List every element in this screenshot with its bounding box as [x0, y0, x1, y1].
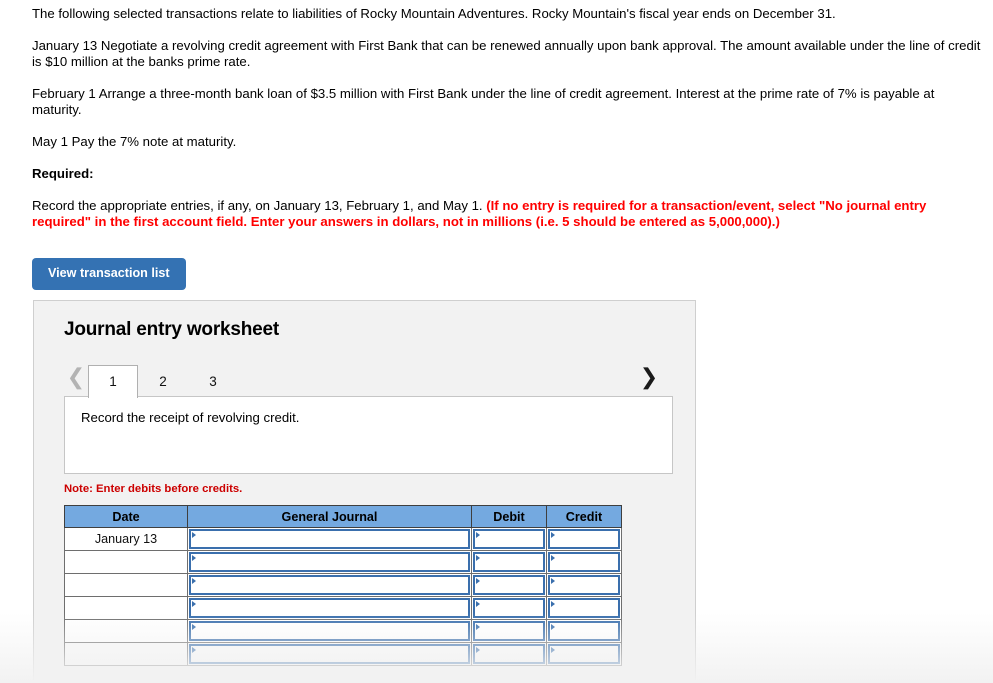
worksheet-tab-1[interactable]: 1 [88, 365, 138, 398]
transaction-february: February 1 Arrange a three-month bank lo… [32, 86, 935, 117]
cell-date[interactable] [64, 642, 188, 666]
cell-date[interactable] [64, 550, 188, 574]
cell-credit[interactable] [546, 619, 622, 643]
debit-input-field[interactable] [473, 621, 545, 641]
credit-input-field[interactable] [548, 529, 620, 549]
cell-credit[interactable] [546, 573, 622, 597]
table-row [64, 550, 622, 574]
chevron-left-icon[interactable]: ❮ [64, 367, 88, 397]
credit-input-field[interactable] [548, 621, 620, 641]
table-row [64, 642, 622, 666]
dropdown-marker-icon [551, 532, 555, 538]
cell-debit[interactable] [471, 642, 547, 666]
worksheet-tab-2[interactable]: 2 [138, 365, 188, 398]
cell-general-journal[interactable] [187, 573, 472, 597]
credit-input-field[interactable] [548, 644, 620, 664]
debit-input-field[interactable] [473, 529, 545, 549]
chevron-right-icon[interactable]: ❯ [637, 367, 661, 397]
required-instruction: Record the appropriate entries, if any, … [32, 198, 984, 230]
cell-debit[interactable] [471, 619, 547, 643]
cell-debit[interactable] [471, 573, 547, 597]
transaction-may: May 1 Pay the 7% note at maturity. [32, 134, 237, 149]
cell-general-journal[interactable] [187, 550, 472, 574]
account-select-field[interactable] [189, 529, 470, 549]
table-row: January 13 [64, 527, 622, 551]
table-header-row: Date General Journal Debit Credit [64, 505, 622, 528]
account-select-field[interactable] [189, 644, 470, 664]
worksheet-tab-3[interactable]: 3 [188, 365, 238, 398]
table-row [64, 573, 622, 597]
cell-date[interactable] [64, 619, 188, 643]
view-transaction-list-button[interactable]: View transaction list [32, 258, 186, 290]
dropdown-marker-icon [551, 647, 555, 653]
dropdown-marker-icon [476, 601, 480, 607]
account-select-field[interactable] [189, 598, 470, 618]
cell-debit[interactable] [471, 527, 547, 551]
dropdown-marker-icon [192, 555, 196, 561]
cell-date[interactable]: January 13 [64, 527, 188, 551]
account-select-field[interactable] [189, 552, 470, 572]
worksheet-tabs: ❮ 1 2 3 ❯ [64, 357, 673, 398]
cell-general-journal[interactable] [187, 642, 472, 666]
dropdown-marker-icon [551, 555, 555, 561]
table-row [64, 596, 622, 620]
cell-credit[interactable] [546, 596, 622, 620]
credit-input-field[interactable] [548, 598, 620, 618]
dropdown-marker-icon [476, 647, 480, 653]
debit-input-field[interactable] [473, 644, 545, 664]
column-header-debit: Debit [471, 505, 547, 528]
cell-general-journal[interactable] [187, 527, 472, 551]
cell-date[interactable] [64, 573, 188, 597]
journal-entry-worksheet-panel: Journal entry worksheet ❮ 1 2 3 ❯ Record… [33, 300, 696, 680]
debits-before-credits-note: Note: Enter debits before credits. [64, 483, 243, 495]
account-select-field[interactable] [189, 621, 470, 641]
dropdown-marker-icon [192, 624, 196, 630]
credit-input-field[interactable] [548, 552, 620, 572]
dropdown-marker-icon [476, 578, 480, 584]
dropdown-marker-icon [476, 555, 480, 561]
cell-date[interactable] [64, 596, 188, 620]
transaction-january: January 13 Negotiate a revolving credit … [32, 38, 981, 69]
dropdown-marker-icon [192, 578, 196, 584]
journal-entry-table: Date General Journal Debit Credit Januar… [64, 505, 622, 666]
debit-input-field[interactable] [473, 575, 545, 595]
cell-credit[interactable] [546, 550, 622, 574]
dropdown-marker-icon [192, 601, 196, 607]
required-label: Required: [32, 166, 94, 181]
problem-content: The following selected transactions rela… [0, 0, 993, 290]
dropdown-marker-icon [476, 532, 480, 538]
column-header-date: Date [64, 505, 188, 528]
worksheet-description: Record the receipt of revolving credit. [64, 396, 673, 474]
dropdown-marker-icon [192, 647, 196, 653]
dropdown-marker-icon [551, 601, 555, 607]
debit-input-field[interactable] [473, 552, 545, 572]
table-row [64, 619, 622, 643]
dropdown-marker-icon [192, 532, 196, 538]
cell-general-journal[interactable] [187, 596, 472, 620]
cell-credit[interactable] [546, 527, 622, 551]
dropdown-marker-icon [551, 578, 555, 584]
debit-input-field[interactable] [473, 598, 545, 618]
credit-input-field[interactable] [548, 575, 620, 595]
column-header-credit: Credit [546, 505, 622, 528]
dropdown-marker-icon [551, 624, 555, 630]
cell-debit[interactable] [471, 596, 547, 620]
column-header-general-journal: General Journal [187, 505, 472, 528]
account-select-field[interactable] [189, 575, 470, 595]
required-instruction-plain: Record the appropriate entries, if any, … [32, 198, 487, 213]
worksheet-title: Journal entry worksheet [64, 319, 280, 340]
cell-general-journal[interactable] [187, 619, 472, 643]
dropdown-marker-icon [476, 624, 480, 630]
cell-credit[interactable] [546, 642, 622, 666]
cell-debit[interactable] [471, 550, 547, 574]
intro-paragraph: The following selected transactions rela… [32, 6, 836, 21]
